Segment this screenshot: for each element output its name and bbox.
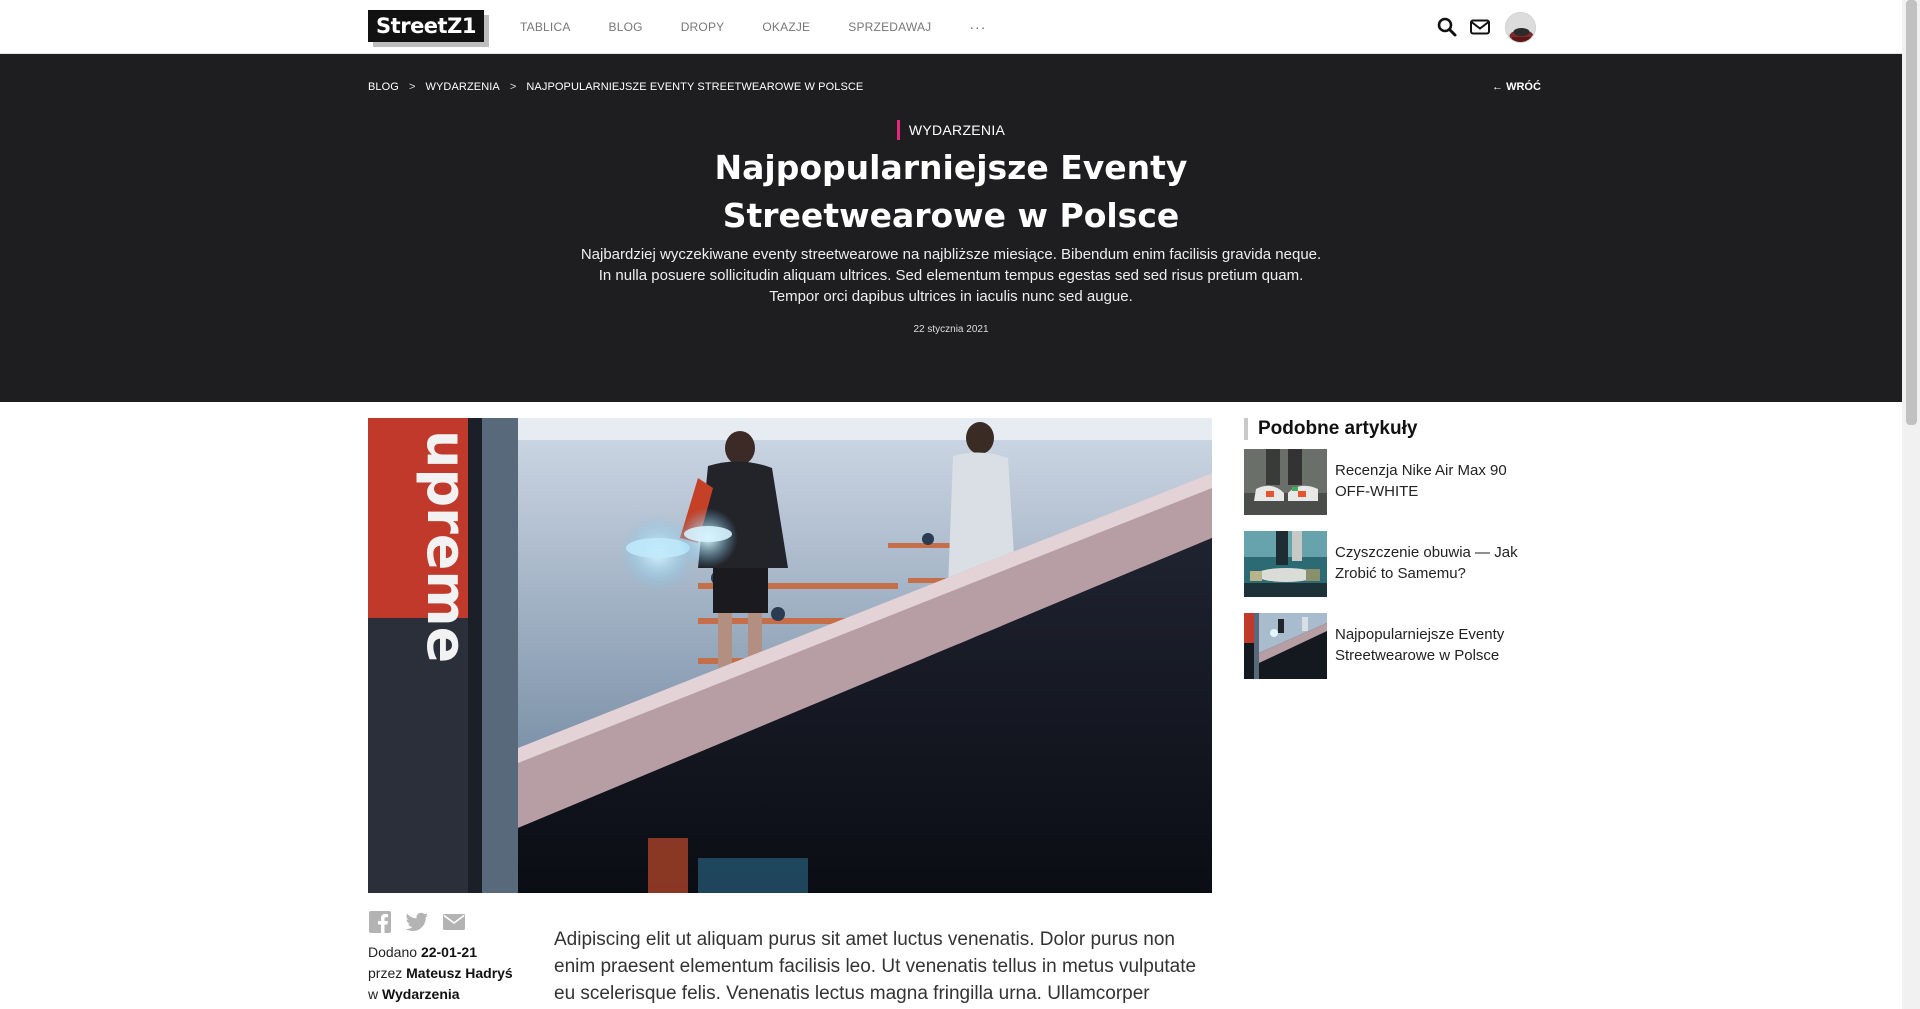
- page-scrollbar[interactable]: [1902, 0, 1920, 1009]
- article-body: Adipiscing elit ut aliquam purus sit ame…: [554, 929, 1197, 1004]
- article-date: 22 stycznia 2021: [913, 324, 989, 335]
- article-meta: Dodano 22-01-21 przez Mateusz Hadryś w W…: [368, 942, 513, 1005]
- related-article-item[interactable]: Czyszczenie obuwia — Jak Zrobić to Samem…: [1244, 531, 1544, 597]
- mail-icon[interactable]: [1468, 15, 1492, 39]
- search-icon[interactable]: [1435, 15, 1459, 39]
- meta-category: w Wydarzenia: [368, 984, 513, 1005]
- meta-author-name[interactable]: Mateusz Hadryś: [406, 965, 513, 981]
- breadcrumb-separator: >: [408, 81, 416, 93]
- nav-item-blog[interactable]: BLOG: [609, 20, 643, 34]
- related-article-thumbnail: [1244, 531, 1327, 597]
- nav-item-okazje[interactable]: OKAZJE: [762, 20, 810, 34]
- meta-added: Dodano 22-01-21: [368, 942, 513, 963]
- scrollbar-thumb[interactable]: [1906, 0, 1917, 425]
- meta-by-label: przez: [368, 965, 403, 981]
- article-category[interactable]: WYDARZENIA: [896, 120, 1005, 140]
- related-article-title[interactable]: Najpopularniejsze Eventy Streetwearowe w…: [1335, 624, 1545, 666]
- article-hero: BLOG > WYDARZENIA > NAJPOPULARNIEJSZE EV…: [0, 54, 1902, 402]
- twitter-icon[interactable]: [405, 910, 429, 934]
- related-article-title[interactable]: Czyszczenie obuwia — Jak Zrobić to Samem…: [1335, 542, 1545, 584]
- breadcrumb-wydarzenia[interactable]: WYDARZENIA: [426, 81, 500, 93]
- back-label: WRÓĆ: [1506, 81, 1541, 93]
- related-articles-title: Podobne artykuły: [1244, 418, 1417, 440]
- meta-added-date: 22-01-21: [420, 944, 477, 960]
- breadcrumb-separator: >: [509, 81, 517, 93]
- related-article-item[interactable]: Recenzja Nike Air Max 90 OFF-WHITE: [1244, 449, 1544, 515]
- related-article-title[interactable]: Recenzja Nike Air Max 90 OFF-WHITE: [1335, 460, 1545, 502]
- nav-more-button[interactable]: ···: [969, 19, 986, 35]
- related-article-thumbnail: [1244, 613, 1327, 679]
- related-article-item[interactable]: Najpopularniejsze Eventy Streetwearowe w…: [1244, 613, 1544, 679]
- logo-text[interactable]: StreetZ1: [368, 10, 484, 42]
- top-navbar: StreetZ1 TABLICA BLOG DROPY OKAZJE SPRZE…: [0, 0, 1902, 54]
- arrow-left-icon: ←: [1492, 81, 1503, 93]
- back-link[interactable]: ← WRÓĆ: [1492, 81, 1541, 93]
- article-main-image: upreme: [368, 418, 1212, 893]
- user-avatar[interactable]: [1505, 12, 1536, 43]
- nav-item-dropy[interactable]: DROPY: [681, 20, 725, 34]
- nav-item-tablica[interactable]: TABLICA: [520, 20, 571, 34]
- meta-category-name[interactable]: Wydarzenia: [382, 986, 460, 1002]
- share-bar: [368, 910, 479, 934]
- article-title: Najpopularniejsze Eventy Streetwearowe w…: [714, 148, 1188, 235]
- breadcrumb-current: NAJPOPULARNIEJSZE EVENTY STREETWEAROWE W…: [526, 81, 864, 93]
- meta-in-label: w: [368, 986, 379, 1002]
- main-nav: TABLICA BLOG DROPY OKAZJE SPRZEDAWAJ ···: [520, 0, 986, 54]
- site-logo[interactable]: StreetZ1: [368, 10, 489, 47]
- email-icon[interactable]: [442, 910, 466, 934]
- meta-author: przez Mateusz Hadryś: [368, 963, 513, 984]
- breadcrumb-blog[interactable]: BLOG: [368, 81, 399, 93]
- category-wrapper: WYDARZENIA: [0, 120, 1902, 140]
- related-article-thumbnail: [1244, 449, 1327, 515]
- meta-added-label: Dodano: [368, 944, 418, 960]
- facebook-icon[interactable]: [368, 910, 392, 934]
- breadcrumb: BLOG > WYDARZENIA > NAJPOPULARNIEJSZE EV…: [368, 81, 873, 93]
- article-lead: Najbardziej wyczekiwane eventy streetwea…: [580, 246, 1322, 305]
- nav-item-sprzedawaj[interactable]: SPRZEDAWAJ: [848, 20, 931, 34]
